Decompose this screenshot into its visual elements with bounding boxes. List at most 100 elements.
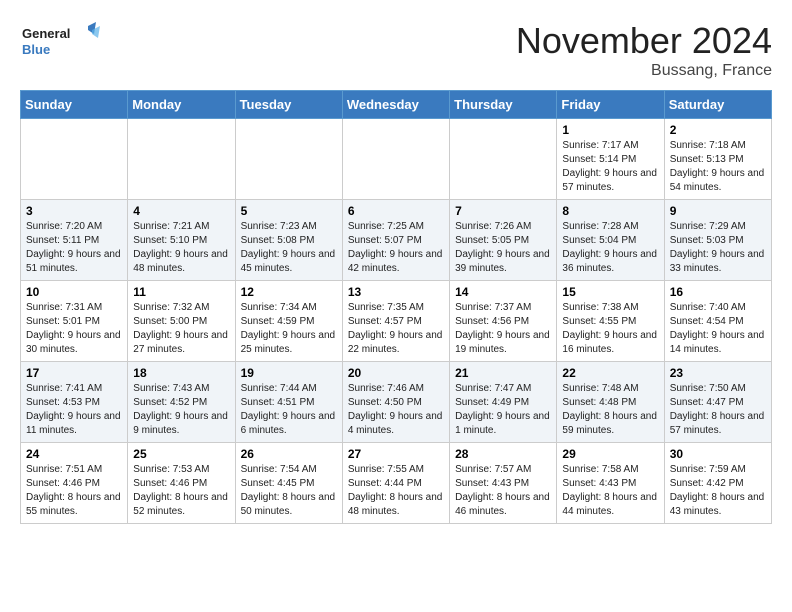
day-cell xyxy=(21,119,128,200)
day-number: 3 xyxy=(26,204,122,218)
day-info: Sunrise: 7:44 AM Sunset: 4:51 PM Dayligh… xyxy=(241,382,337,438)
day-info: Sunrise: 7:25 AM Sunset: 5:07 PM Dayligh… xyxy=(348,220,444,276)
day-cell: 27 Sunrise: 7:55 AM Sunset: 4:44 PM Dayli… xyxy=(342,443,449,524)
day-cell xyxy=(128,119,235,200)
day-cell: 12 Sunrise: 7:34 AM Sunset: 4:59 PM Dayli… xyxy=(235,281,342,362)
weekday-header-monday: Monday xyxy=(128,91,235,119)
day-number: 26 xyxy=(241,447,337,461)
day-info: Sunrise: 7:46 AM Sunset: 4:50 PM Dayligh… xyxy=(348,382,444,438)
day-cell: 2 Sunrise: 7:18 AM Sunset: 5:13 PM Daylig… xyxy=(664,119,771,200)
week-row-3: 10 Sunrise: 7:31 AM Sunset: 5:01 PM Dayli… xyxy=(21,281,772,362)
day-info: Sunrise: 7:55 AM Sunset: 4:44 PM Dayligh… xyxy=(348,463,444,519)
day-info: Sunrise: 7:58 AM Sunset: 4:43 PM Dayligh… xyxy=(562,463,658,519)
day-number: 2 xyxy=(670,123,766,137)
day-number: 28 xyxy=(455,447,551,461)
day-number: 23 xyxy=(670,366,766,380)
day-info: Sunrise: 7:17 AM Sunset: 5:14 PM Dayligh… xyxy=(562,139,658,195)
day-info: Sunrise: 7:21 AM Sunset: 5:10 PM Dayligh… xyxy=(133,220,229,276)
day-info: Sunrise: 7:50 AM Sunset: 4:47 PM Dayligh… xyxy=(670,382,766,438)
day-number: 30 xyxy=(670,447,766,461)
day-cell: 28Sunrise: 7:57 AM Sunset: 4:43 PM Dayli… xyxy=(450,443,557,524)
day-cell: 19 Sunrise: 7:44 AM Sunset: 4:51 PM Dayli… xyxy=(235,362,342,443)
day-number: 29 xyxy=(562,447,658,461)
day-number: 14 xyxy=(455,285,551,299)
logo-svg: General Blue xyxy=(20,20,100,65)
logo: General Blue xyxy=(20,20,100,65)
day-cell: 11 Sunrise: 7:32 AM Sunset: 5:00 PM Dayli… xyxy=(128,281,235,362)
day-info: Sunrise: 7:18 AM Sunset: 5:13 PM Dayligh… xyxy=(670,139,766,195)
day-number: 6 xyxy=(348,204,444,218)
day-cell: 6 Sunrise: 7:25 AM Sunset: 5:07 PM Daylig… xyxy=(342,200,449,281)
weekday-header-row: SundayMondayTuesdayWednesdayThursdayFrid… xyxy=(21,91,772,119)
day-cell xyxy=(235,119,342,200)
weekday-header-thursday: Thursday xyxy=(450,91,557,119)
day-info: Sunrise: 7:23 AM Sunset: 5:08 PM Dayligh… xyxy=(241,220,337,276)
day-number: 4 xyxy=(133,204,229,218)
title-block: November 2024 Bussang, France xyxy=(516,20,772,80)
svg-text:General: General xyxy=(22,26,70,41)
day-number: 8 xyxy=(562,204,658,218)
week-row-2: 3 Sunrise: 7:20 AM Sunset: 5:11 PM Daylig… xyxy=(21,200,772,281)
day-info: Sunrise: 7:35 AM Sunset: 4:57 PM Dayligh… xyxy=(348,301,444,357)
weekday-header-sunday: Sunday xyxy=(21,91,128,119)
day-cell: 23 Sunrise: 7:50 AM Sunset: 4:47 PM Dayli… xyxy=(664,362,771,443)
day-info: Sunrise: 7:20 AM Sunset: 5:11 PM Dayligh… xyxy=(26,220,122,276)
day-cell: 3 Sunrise: 7:20 AM Sunset: 5:11 PM Daylig… xyxy=(21,200,128,281)
day-info: Sunrise: 7:29 AM Sunset: 5:03 PM Dayligh… xyxy=(670,220,766,276)
day-info: Sunrise: 7:31 AM Sunset: 5:01 PM Dayligh… xyxy=(26,301,122,357)
calendar-table: SundayMondayTuesdayWednesdayThursdayFrid… xyxy=(20,90,772,524)
day-cell: 13 Sunrise: 7:35 AM Sunset: 4:57 PM Dayli… xyxy=(342,281,449,362)
day-info: Sunrise: 7:54 AM Sunset: 4:45 PM Dayligh… xyxy=(241,463,337,519)
day-info: Sunrise: 7:26 AM Sunset: 5:05 PM Dayligh… xyxy=(455,220,551,276)
day-cell: 26 Sunrise: 7:54 AM Sunset: 4:45 PM Dayli… xyxy=(235,443,342,524)
day-cell: 9 Sunrise: 7:29 AM Sunset: 5:03 PM Daylig… xyxy=(664,200,771,281)
day-cell: 25 Sunrise: 7:53 AM Sunset: 4:46 PM Dayli… xyxy=(128,443,235,524)
day-number: 16 xyxy=(670,285,766,299)
day-number: 13 xyxy=(348,285,444,299)
day-number: 9 xyxy=(670,204,766,218)
weekday-header-friday: Friday xyxy=(557,91,664,119)
day-number: 10 xyxy=(26,285,122,299)
day-cell: 30 Sunrise: 7:59 AM Sunset: 4:42 PM Dayli… xyxy=(664,443,771,524)
day-info: Sunrise: 7:37 AM Sunset: 4:56 PM Dayligh… xyxy=(455,301,551,357)
day-cell: 1 Sunrise: 7:17 AM Sunset: 5:14 PM Daylig… xyxy=(557,119,664,200)
day-cell: 20 Sunrise: 7:46 AM Sunset: 4:50 PM Dayli… xyxy=(342,362,449,443)
day-cell: 7 Sunrise: 7:26 AM Sunset: 5:05 PM Daylig… xyxy=(450,200,557,281)
day-number: 27 xyxy=(348,447,444,461)
week-row-5: 24 Sunrise: 7:51 AM Sunset: 4:46 PM Dayli… xyxy=(21,443,772,524)
day-info: Sunrise: 7:38 AM Sunset: 4:55 PM Dayligh… xyxy=(562,301,658,357)
day-info: Sunrise: 7:40 AM Sunset: 4:54 PM Dayligh… xyxy=(670,301,766,357)
day-number: 25 xyxy=(133,447,229,461)
day-cell: 14 Sunrise: 7:37 AM Sunset: 4:56 PM Dayli… xyxy=(450,281,557,362)
svg-text:Blue: Blue xyxy=(22,42,50,57)
day-cell xyxy=(450,119,557,200)
day-info: Sunrise: 7:51 AM Sunset: 4:46 PM Dayligh… xyxy=(26,463,122,519)
day-cell: 10 Sunrise: 7:31 AM Sunset: 5:01 PM Dayli… xyxy=(21,281,128,362)
day-cell: 22 Sunrise: 7:48 AM Sunset: 4:48 PM Dayli… xyxy=(557,362,664,443)
day-cell: 29 Sunrise: 7:58 AM Sunset: 4:43 PM Dayli… xyxy=(557,443,664,524)
day-info: Sunrise: 7:43 AM Sunset: 4:52 PM Dayligh… xyxy=(133,382,229,438)
day-number: 12 xyxy=(241,285,337,299)
day-number: 22 xyxy=(562,366,658,380)
weekday-header-saturday: Saturday xyxy=(664,91,771,119)
day-cell: 18 Sunrise: 7:43 AM Sunset: 4:52 PM Dayli… xyxy=(128,362,235,443)
day-number: 20 xyxy=(348,366,444,380)
day-number: 19 xyxy=(241,366,337,380)
day-info: Sunrise: 7:28 AM Sunset: 5:04 PM Dayligh… xyxy=(562,220,658,276)
month-title: November 2024 xyxy=(516,20,772,62)
day-info: Sunrise: 7:32 AM Sunset: 5:00 PM Dayligh… xyxy=(133,301,229,357)
day-number: 5 xyxy=(241,204,337,218)
day-info: Sunrise: 7:59 AM Sunset: 4:42 PM Dayligh… xyxy=(670,463,766,519)
weekday-header-wednesday: Wednesday xyxy=(342,91,449,119)
day-info: Sunrise: 7:41 AM Sunset: 4:53 PM Dayligh… xyxy=(26,382,122,438)
day-number: 21 xyxy=(455,366,551,380)
day-number: 24 xyxy=(26,447,122,461)
day-cell: 5 Sunrise: 7:23 AM Sunset: 5:08 PM Daylig… xyxy=(235,200,342,281)
day-info: Sunrise: 7:53 AM Sunset: 4:46 PM Dayligh… xyxy=(133,463,229,519)
day-info: Sunrise: 7:48 AM Sunset: 4:48 PM Dayligh… xyxy=(562,382,658,438)
day-number: 18 xyxy=(133,366,229,380)
day-info: Sunrise: 7:34 AM Sunset: 4:59 PM Dayligh… xyxy=(241,301,337,357)
day-number: 7 xyxy=(455,204,551,218)
day-number: 11 xyxy=(133,285,229,299)
day-number: 1 xyxy=(562,123,658,137)
